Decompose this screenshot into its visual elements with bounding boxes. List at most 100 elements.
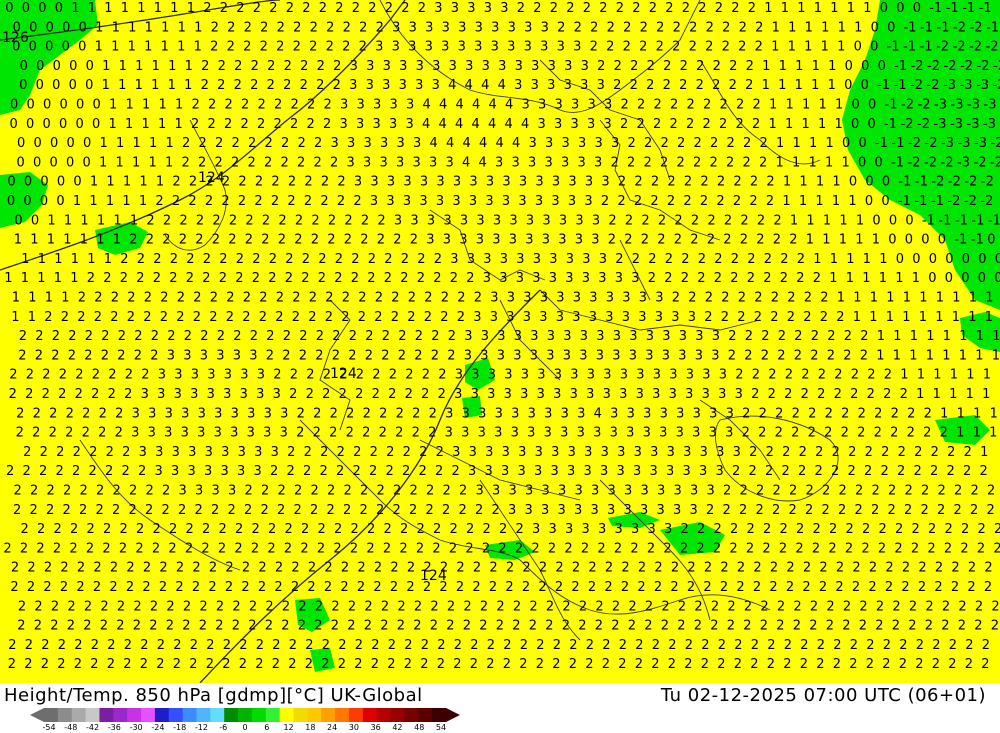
temperature-value: 2 bbox=[434, 252, 442, 267]
temperature-value: 2 bbox=[257, 117, 265, 132]
temperature-value: 3 bbox=[565, 271, 573, 286]
temperature-value: 2 bbox=[720, 561, 728, 576]
temperature-value: 2 bbox=[646, 78, 654, 93]
temperature-value: 2 bbox=[687, 98, 695, 113]
temperature-value: 2 bbox=[875, 619, 883, 634]
temperature-value: 2 bbox=[35, 329, 43, 344]
legend-tick-label: 24 bbox=[327, 723, 338, 732]
temperature-value: -1 bbox=[954, 233, 967, 248]
temperature-value: 2 bbox=[238, 194, 246, 209]
temperature-value: 2 bbox=[384, 522, 392, 537]
temperature-value: 3 bbox=[601, 445, 609, 460]
temperature-value: 3 bbox=[214, 406, 222, 421]
temperature-value: 1 bbox=[102, 59, 110, 74]
temperature-value: 1 bbox=[161, 40, 169, 55]
temperature-value: 2 bbox=[627, 155, 635, 170]
temperature-value: 2 bbox=[386, 464, 394, 479]
temperature-value: 2 bbox=[638, 561, 646, 576]
temperature-value: 2 bbox=[25, 387, 33, 402]
temperature-value: 2 bbox=[483, 522, 491, 537]
temperature-value: 4 bbox=[439, 117, 447, 132]
temperature-value: 1 bbox=[28, 291, 36, 306]
temperature-value: 0 bbox=[887, 20, 895, 35]
temperature-value: 2 bbox=[384, 271, 392, 286]
temperature-value: 2 bbox=[776, 619, 784, 634]
temperature-value: 2 bbox=[754, 291, 762, 306]
temperature-value: 2 bbox=[793, 599, 801, 614]
temperature-value: 2 bbox=[914, 445, 922, 460]
temperature-value: 2 bbox=[687, 561, 695, 576]
temperature-value: 3 bbox=[595, 136, 603, 151]
temperature-value: 3 bbox=[507, 40, 515, 55]
temperature-value: 1 bbox=[966, 368, 974, 383]
temperature-value: 2 bbox=[945, 522, 953, 537]
temperature-value: 2 bbox=[241, 117, 249, 132]
temperature-value: 1 bbox=[142, 117, 150, 132]
temperature-value: 2 bbox=[800, 638, 808, 653]
temperature-value: 1 bbox=[973, 406, 981, 421]
temperature-value: 3 bbox=[399, 78, 407, 93]
temperature-value: 2 bbox=[364, 599, 372, 614]
temperature-value: 2 bbox=[242, 561, 250, 576]
temperature-value: 0 bbox=[929, 252, 937, 267]
temperature-value: 2 bbox=[57, 657, 65, 672]
temperature-value: 3 bbox=[460, 213, 468, 228]
temperature-value: 2 bbox=[437, 657, 445, 672]
temperature-value: 1 bbox=[872, 233, 880, 248]
temperature-value: 2 bbox=[150, 599, 158, 614]
temperature-value: 2 bbox=[190, 638, 198, 653]
temperature-value: 1 bbox=[142, 98, 150, 113]
temperature-value: 2 bbox=[184, 329, 192, 344]
temperature-value: 2 bbox=[192, 98, 200, 113]
temperature-value: 2 bbox=[134, 348, 142, 363]
temperature-value: 2 bbox=[798, 464, 806, 479]
temperature-value: 2 bbox=[466, 271, 474, 286]
temperature-value: 2 bbox=[127, 310, 135, 325]
temperature-value: 2 bbox=[430, 599, 438, 614]
temperature-value: 2 bbox=[101, 329, 109, 344]
temperature-value: 3 bbox=[498, 59, 506, 74]
temperature-value: 3 bbox=[538, 98, 546, 113]
temperature-value: 3 bbox=[641, 484, 649, 499]
temperature-value: 1 bbox=[832, 194, 840, 209]
temperature-value: 3 bbox=[518, 464, 526, 479]
temperature-value: 2 bbox=[333, 78, 341, 93]
temperature-value: 3 bbox=[716, 445, 724, 460]
temperature-value: 2 bbox=[968, 561, 976, 576]
temperature-value: 2 bbox=[395, 426, 403, 441]
temperature-value: -1 bbox=[887, 40, 900, 55]
temperature-value: 3 bbox=[525, 484, 533, 499]
temperature-value: 2 bbox=[384, 252, 392, 267]
temperature-value: 2 bbox=[426, 503, 434, 518]
temperature-value: 2 bbox=[806, 484, 814, 499]
temperature-value: 2 bbox=[124, 638, 132, 653]
temperature-value: 2 bbox=[572, 561, 580, 576]
temperature-value: 3 bbox=[606, 291, 614, 306]
legend-swatch bbox=[224, 708, 239, 722]
temperature-value: 2 bbox=[235, 522, 243, 537]
temperature-value: 3 bbox=[271, 445, 279, 460]
temperature-value: 1 bbox=[983, 368, 991, 383]
map-canvas: 0000111111112222222222222233333222222222… bbox=[0, 0, 1000, 683]
temperature-value: 2 bbox=[422, 368, 430, 383]
temperature-value: 2 bbox=[727, 619, 735, 634]
temperature-value: 2 bbox=[417, 522, 425, 537]
temperature-value: 2 bbox=[796, 271, 804, 286]
temperature-value: 3 bbox=[611, 136, 619, 151]
temperature-value: 2 bbox=[735, 368, 743, 383]
temperature-value: 3 bbox=[571, 98, 579, 113]
temperature-value: 1 bbox=[165, 155, 173, 170]
temperature-value: 2 bbox=[827, 348, 835, 363]
temperature-value: 2 bbox=[400, 522, 408, 537]
temperature-value: 3 bbox=[451, 1, 459, 16]
temperature-value: 2 bbox=[146, 213, 154, 228]
temperature-value: 2 bbox=[519, 657, 527, 672]
temperature-value: 0 bbox=[878, 59, 886, 74]
temperature-value: 0 bbox=[17, 155, 25, 170]
temperature-value: 3 bbox=[131, 426, 139, 441]
temperature-value: 2 bbox=[487, 638, 495, 653]
temperature-value: 2 bbox=[867, 368, 875, 383]
temperature-value: 2 bbox=[438, 387, 446, 402]
temperature-value: 2 bbox=[70, 522, 78, 537]
temperature-value: 3 bbox=[584, 445, 592, 460]
